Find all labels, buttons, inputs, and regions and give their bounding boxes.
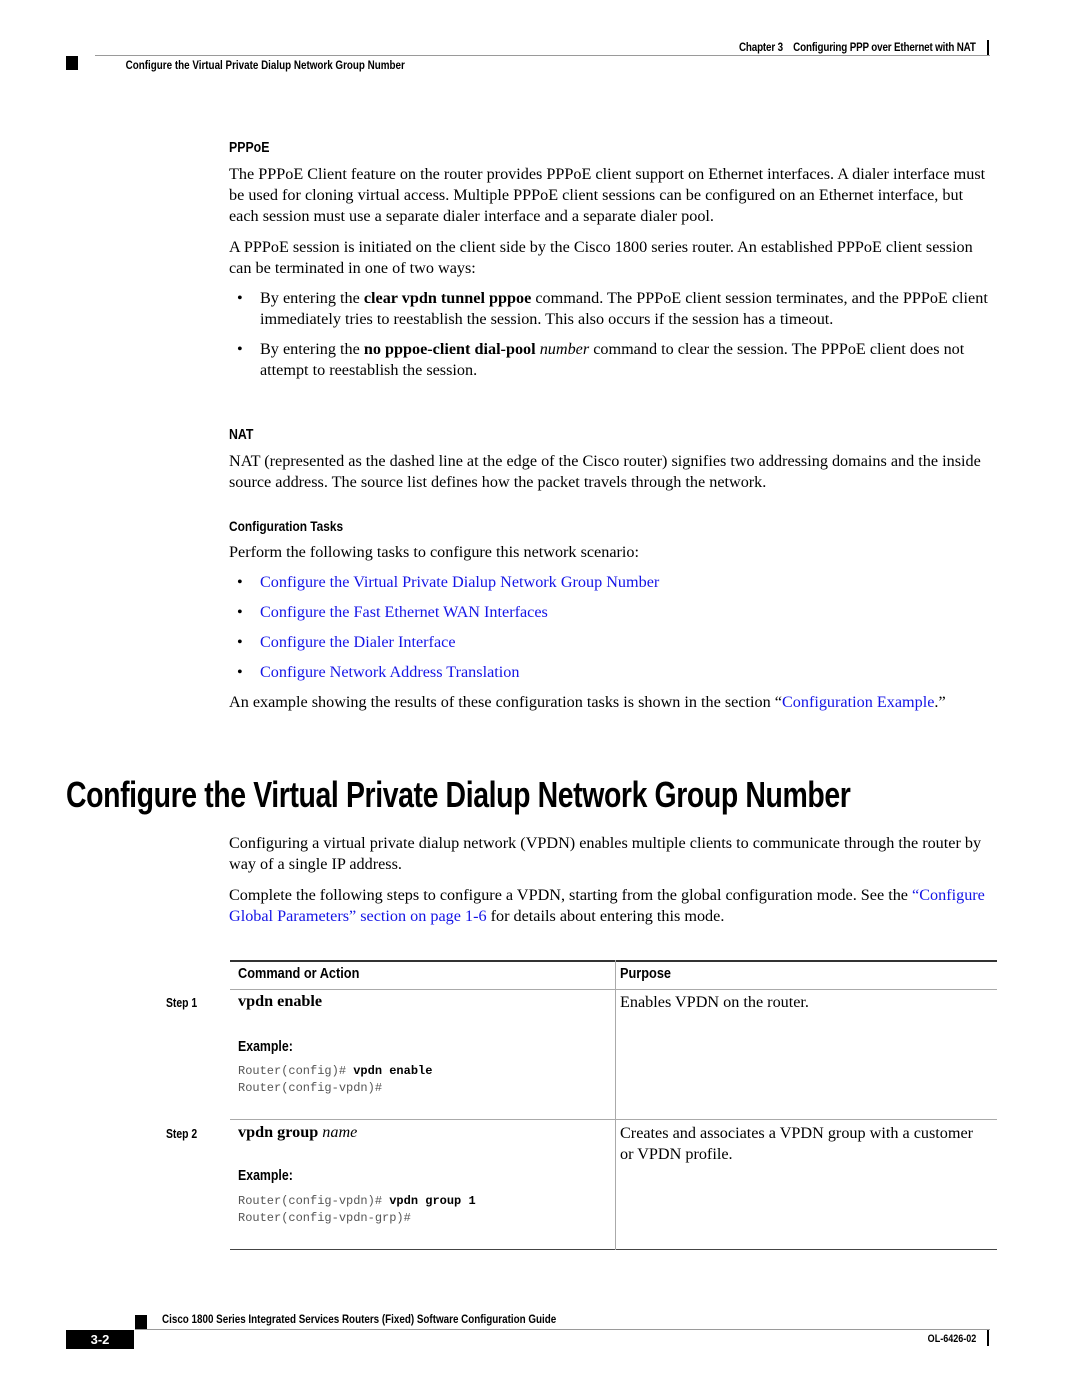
- nat-heading: NAT: [229, 427, 254, 443]
- table-row-divider: [230, 1119, 997, 1120]
- step-label: Step 2: [166, 1126, 198, 1141]
- link-configuration-example[interactable]: Configuration Example: [782, 693, 934, 711]
- table-column-divider: [615, 960, 616, 1250]
- chapter-number: Chapter 3: [739, 40, 784, 54]
- table-header-rule: [230, 989, 997, 990]
- table-bottom-rule: [230, 1249, 997, 1250]
- page-number: 3-2: [66, 1330, 134, 1349]
- step-command: vpdn group name: [238, 1123, 357, 1142]
- main-para-2: Complete the following steps to configur…: [229, 885, 991, 927]
- code-line: Router(config-vpdn-grp)#: [238, 1211, 411, 1225]
- code-example: Router(config)# vpdn enable Router(confi…: [238, 1063, 432, 1097]
- code-line: Router(config-vpdn)#: [238, 1081, 383, 1095]
- code-command: vpdn enable: [353, 1064, 433, 1078]
- column-header-command: Command or Action: [238, 965, 360, 982]
- list-item: Configure the Dialer Interface: [229, 632, 991, 653]
- list-item: Configure Network Address Translation: [229, 662, 991, 683]
- main-intro: Configuring a virtual private dialup net…: [229, 833, 991, 927]
- pppoe-heading: PPPoE: [229, 140, 270, 156]
- link-configure-vpdn-group[interactable]: Configure the Virtual Private Dialup Net…: [260, 573, 659, 591]
- nat-para: NAT (represented as the dashed line at t…: [229, 452, 981, 491]
- config-example-para: An example showing the results of these …: [229, 692, 991, 713]
- link-text: Configuration: [781, 693, 873, 711]
- para-text: .”: [934, 693, 946, 711]
- code-command: vpdn group 1: [389, 1194, 476, 1208]
- pppoe-para-1: The PPPoE Client feature on the router p…: [229, 165, 986, 225]
- config-tasks-section: Perform the following tasks to configure…: [229, 542, 991, 713]
- header-rule: [95, 55, 990, 56]
- list-item: Configure the Virtual Private Dialup Net…: [229, 572, 991, 593]
- link-configure-nat[interactable]: Configure Network Address Translation: [260, 663, 519, 681]
- link-text: Example: [876, 693, 935, 711]
- code-prompt: Router(config-vpdn)#: [238, 1194, 390, 1208]
- table-top-rule: [230, 960, 997, 962]
- config-tasks-intro: Perform the following tasks to configure…: [229, 543, 639, 561]
- bullet-text: By entering the: [260, 289, 364, 307]
- pppoe-para-2: A PPPoE session is initiated on the clie…: [229, 238, 973, 277]
- example-label: Example:: [238, 1039, 293, 1055]
- main-para-1: Configuring a virtual private dialup net…: [229, 834, 982, 873]
- code-line: Router(config)# vpdn enable: [238, 1063, 432, 1080]
- step-purpose: Creates and associates a VPDN group with…: [620, 1124, 974, 1163]
- section-title: Configure the Virtual Private Dialup Net…: [66, 774, 851, 815]
- header-bar: [987, 40, 989, 56]
- footer-rule: [135, 1329, 990, 1330]
- list-item: Configure the Fast Ethernet WAN Interfac…: [229, 602, 991, 623]
- list-item: By entering the no pppoe-client dial-poo…: [229, 339, 991, 381]
- footer-guide-title: Cisco 1800 Series Integrated Services Ro…: [162, 1312, 557, 1326]
- command-text: no pppoe-client dial-pool: [363, 340, 536, 358]
- list-item: By entering the clear vpdn tunnel pppoe …: [229, 288, 991, 330]
- config-tasks-heading: Configuration Tasks: [229, 518, 344, 534]
- para-text: An example showing the results of these …: [229, 693, 782, 711]
- command-text: vpdn enable: [238, 992, 323, 1010]
- running-header-section: Configure the Virtual Private Dialup Net…: [125, 58, 405, 72]
- footer-marker: [135, 1315, 147, 1329]
- step-command: vpdn enable: [238, 992, 322, 1011]
- para-text: for details about entering this mode.: [486, 907, 725, 925]
- column-header-purpose: Purpose: [620, 965, 672, 982]
- header-marker: [66, 56, 78, 70]
- command-text: vpdn group: [238, 1123, 319, 1141]
- pppoe-section: The PPPoE Client feature on the router p…: [229, 164, 991, 381]
- code-prompt: Router(config)#: [238, 1064, 354, 1078]
- example-label: Example:: [238, 1168, 293, 1184]
- step-label: Step 1: [166, 995, 198, 1010]
- para-text: Complete the following steps to configur…: [229, 886, 913, 904]
- chapter-title: Configuring PPP over Ethernet with NAT: [793, 40, 976, 54]
- footer-bar: [987, 1330, 989, 1346]
- running-header-chapter: Chapter 3 Configuring PPP over Ethernet …: [739, 40, 976, 54]
- code-example: Router(config-vpdn)# vpdn group 1 Router…: [238, 1193, 476, 1227]
- step-purpose: Enables VPDN on the router.: [620, 993, 809, 1011]
- document-id: OL-6426-02: [927, 1333, 976, 1345]
- command-text: clear vpdn tunnel pppoe: [363, 289, 532, 307]
- bullet-text: By entering the: [260, 340, 364, 358]
- argument-text: name: [322, 1123, 358, 1141]
- link-configure-dialer-interface[interactable]: Configure the Dialer Interface: [260, 633, 456, 651]
- code-line: Router(config-vpdn)# vpdn group 1: [238, 1193, 476, 1210]
- argument-text: number: [539, 340, 590, 358]
- link-configure-fast-ethernet-wan[interactable]: Configure the Fast Ethernet WAN Interfac…: [260, 603, 548, 621]
